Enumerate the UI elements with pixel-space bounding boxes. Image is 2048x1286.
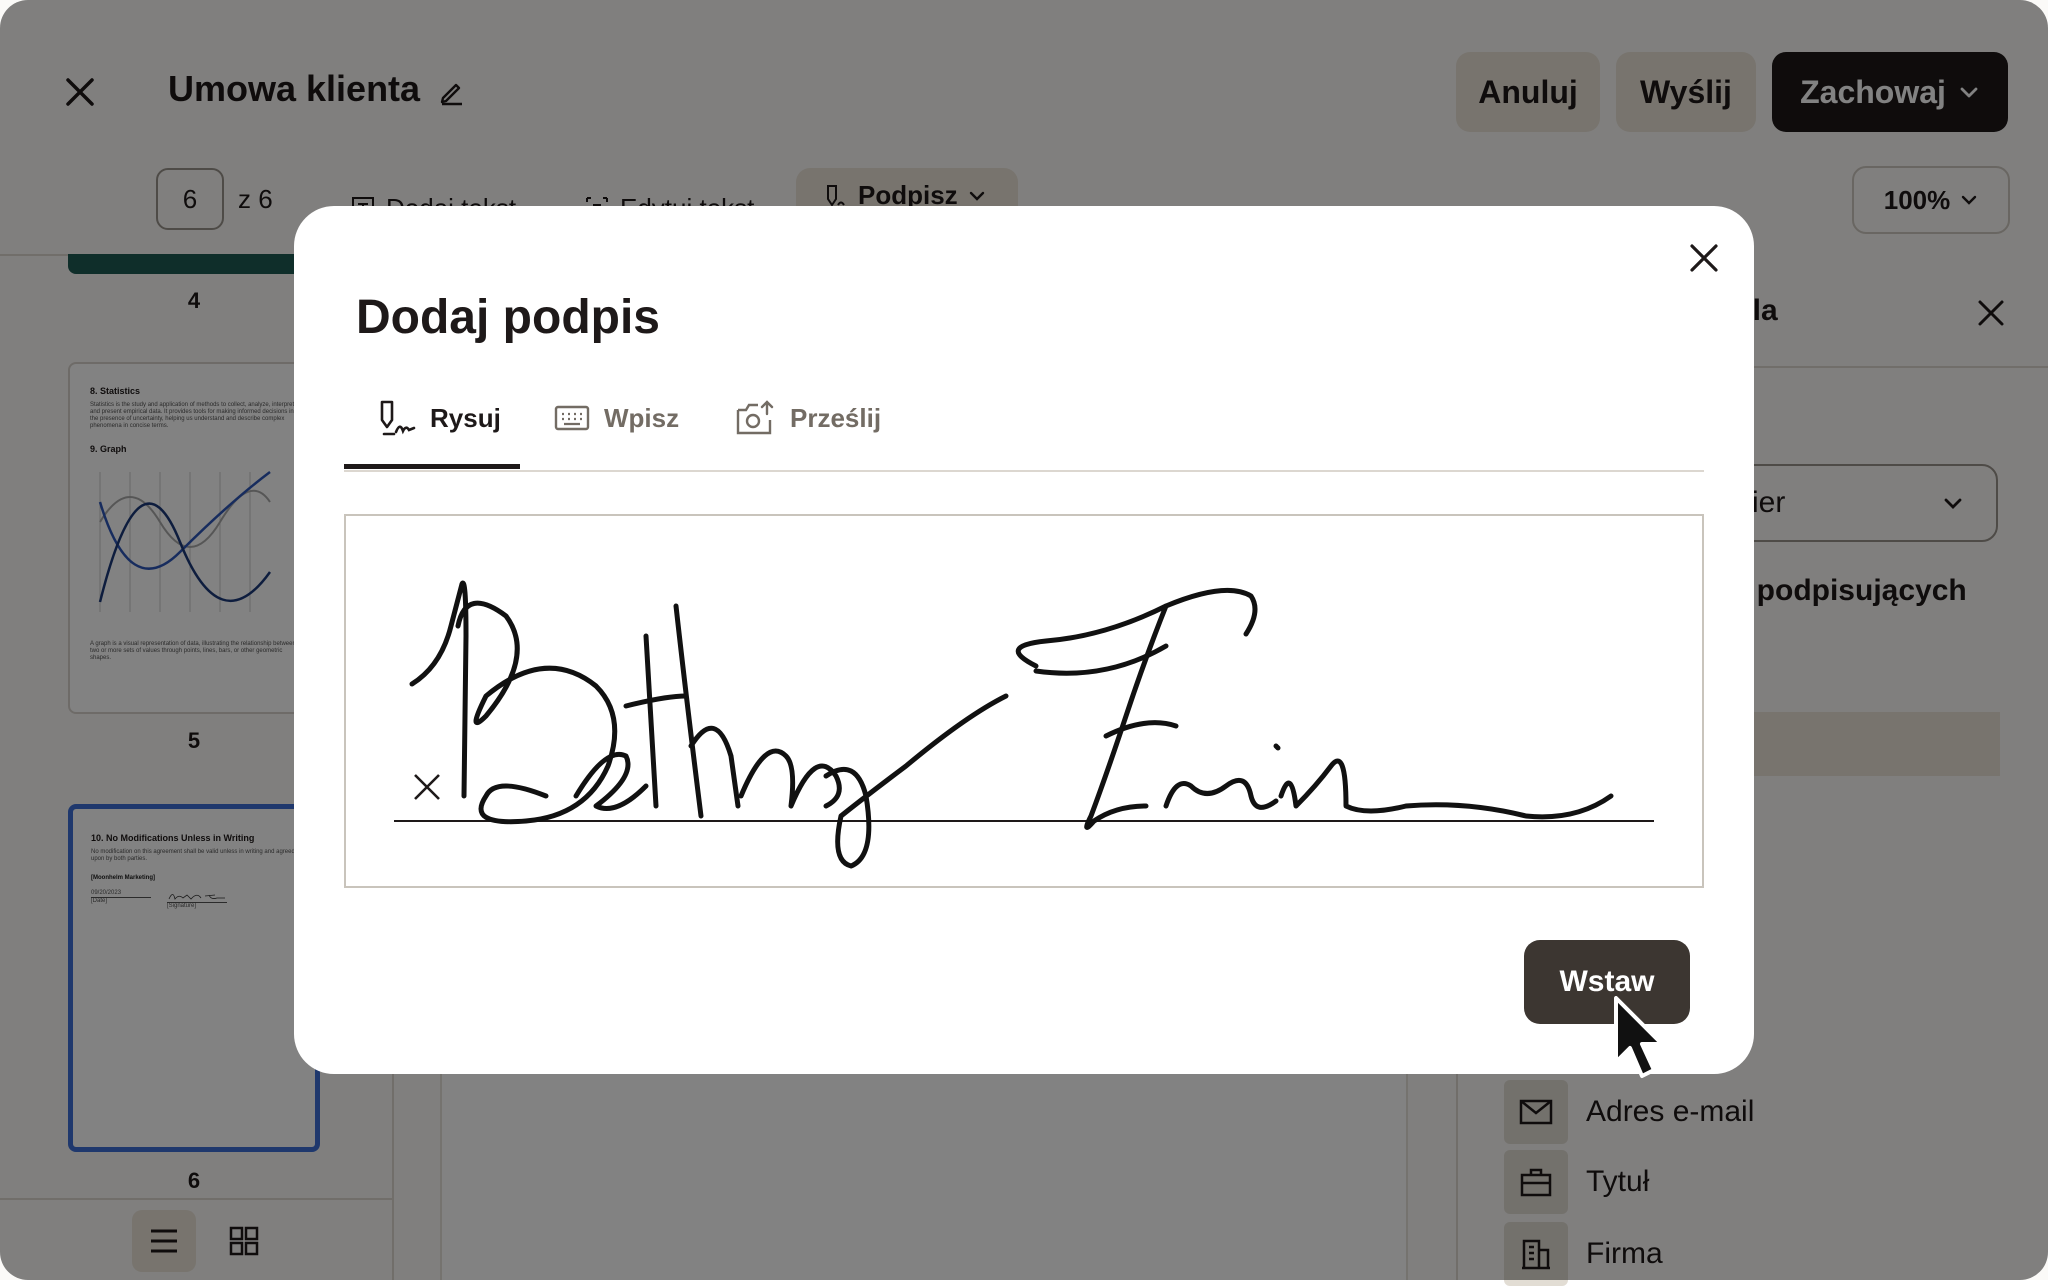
camera-upload-icon bbox=[736, 400, 776, 436]
tab-label: Wpisz bbox=[604, 402, 680, 433]
tab-label: Rysuj bbox=[430, 402, 501, 433]
add-signature-dialog: Dodaj podpis Rysuj Wpisz Prześlij Wstaw bbox=[294, 206, 1754, 1074]
dialog-title: Dodaj podpis bbox=[356, 291, 660, 344]
tab-upload[interactable]: Prześlij bbox=[736, 368, 881, 468]
signature-tabs: Rysuj Wpisz Prześlij bbox=[344, 368, 1704, 472]
tab-type[interactable]: Wpisz bbox=[554, 368, 679, 468]
tab-label: Prześlij bbox=[790, 402, 882, 433]
signature-drawing-canvas[interactable] bbox=[344, 514, 1704, 888]
keyboard-icon bbox=[554, 405, 590, 431]
tab-draw[interactable]: Rysuj bbox=[376, 368, 501, 468]
draw-signature-icon bbox=[376, 400, 416, 436]
close-icon[interactable] bbox=[1688, 242, 1720, 274]
mouse-cursor-icon bbox=[1612, 996, 1672, 1086]
active-tab-indicator bbox=[344, 464, 520, 469]
drawn-signature bbox=[409, 580, 1614, 869]
